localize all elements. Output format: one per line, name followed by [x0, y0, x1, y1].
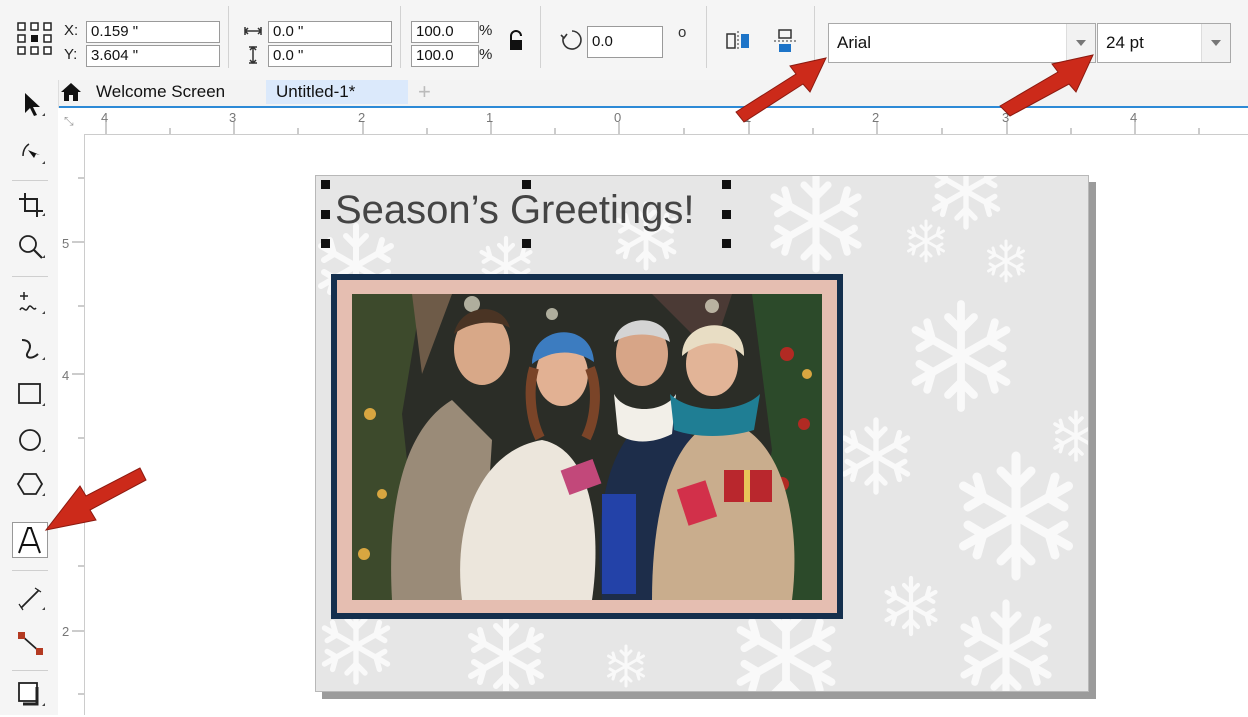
arrow-to-font-family — [735, 57, 827, 123]
annotation-arrows — [44, 54, 1094, 531]
arrow-to-font-size — [999, 54, 1094, 117]
arrow-to-text-tool — [44, 467, 147, 531]
